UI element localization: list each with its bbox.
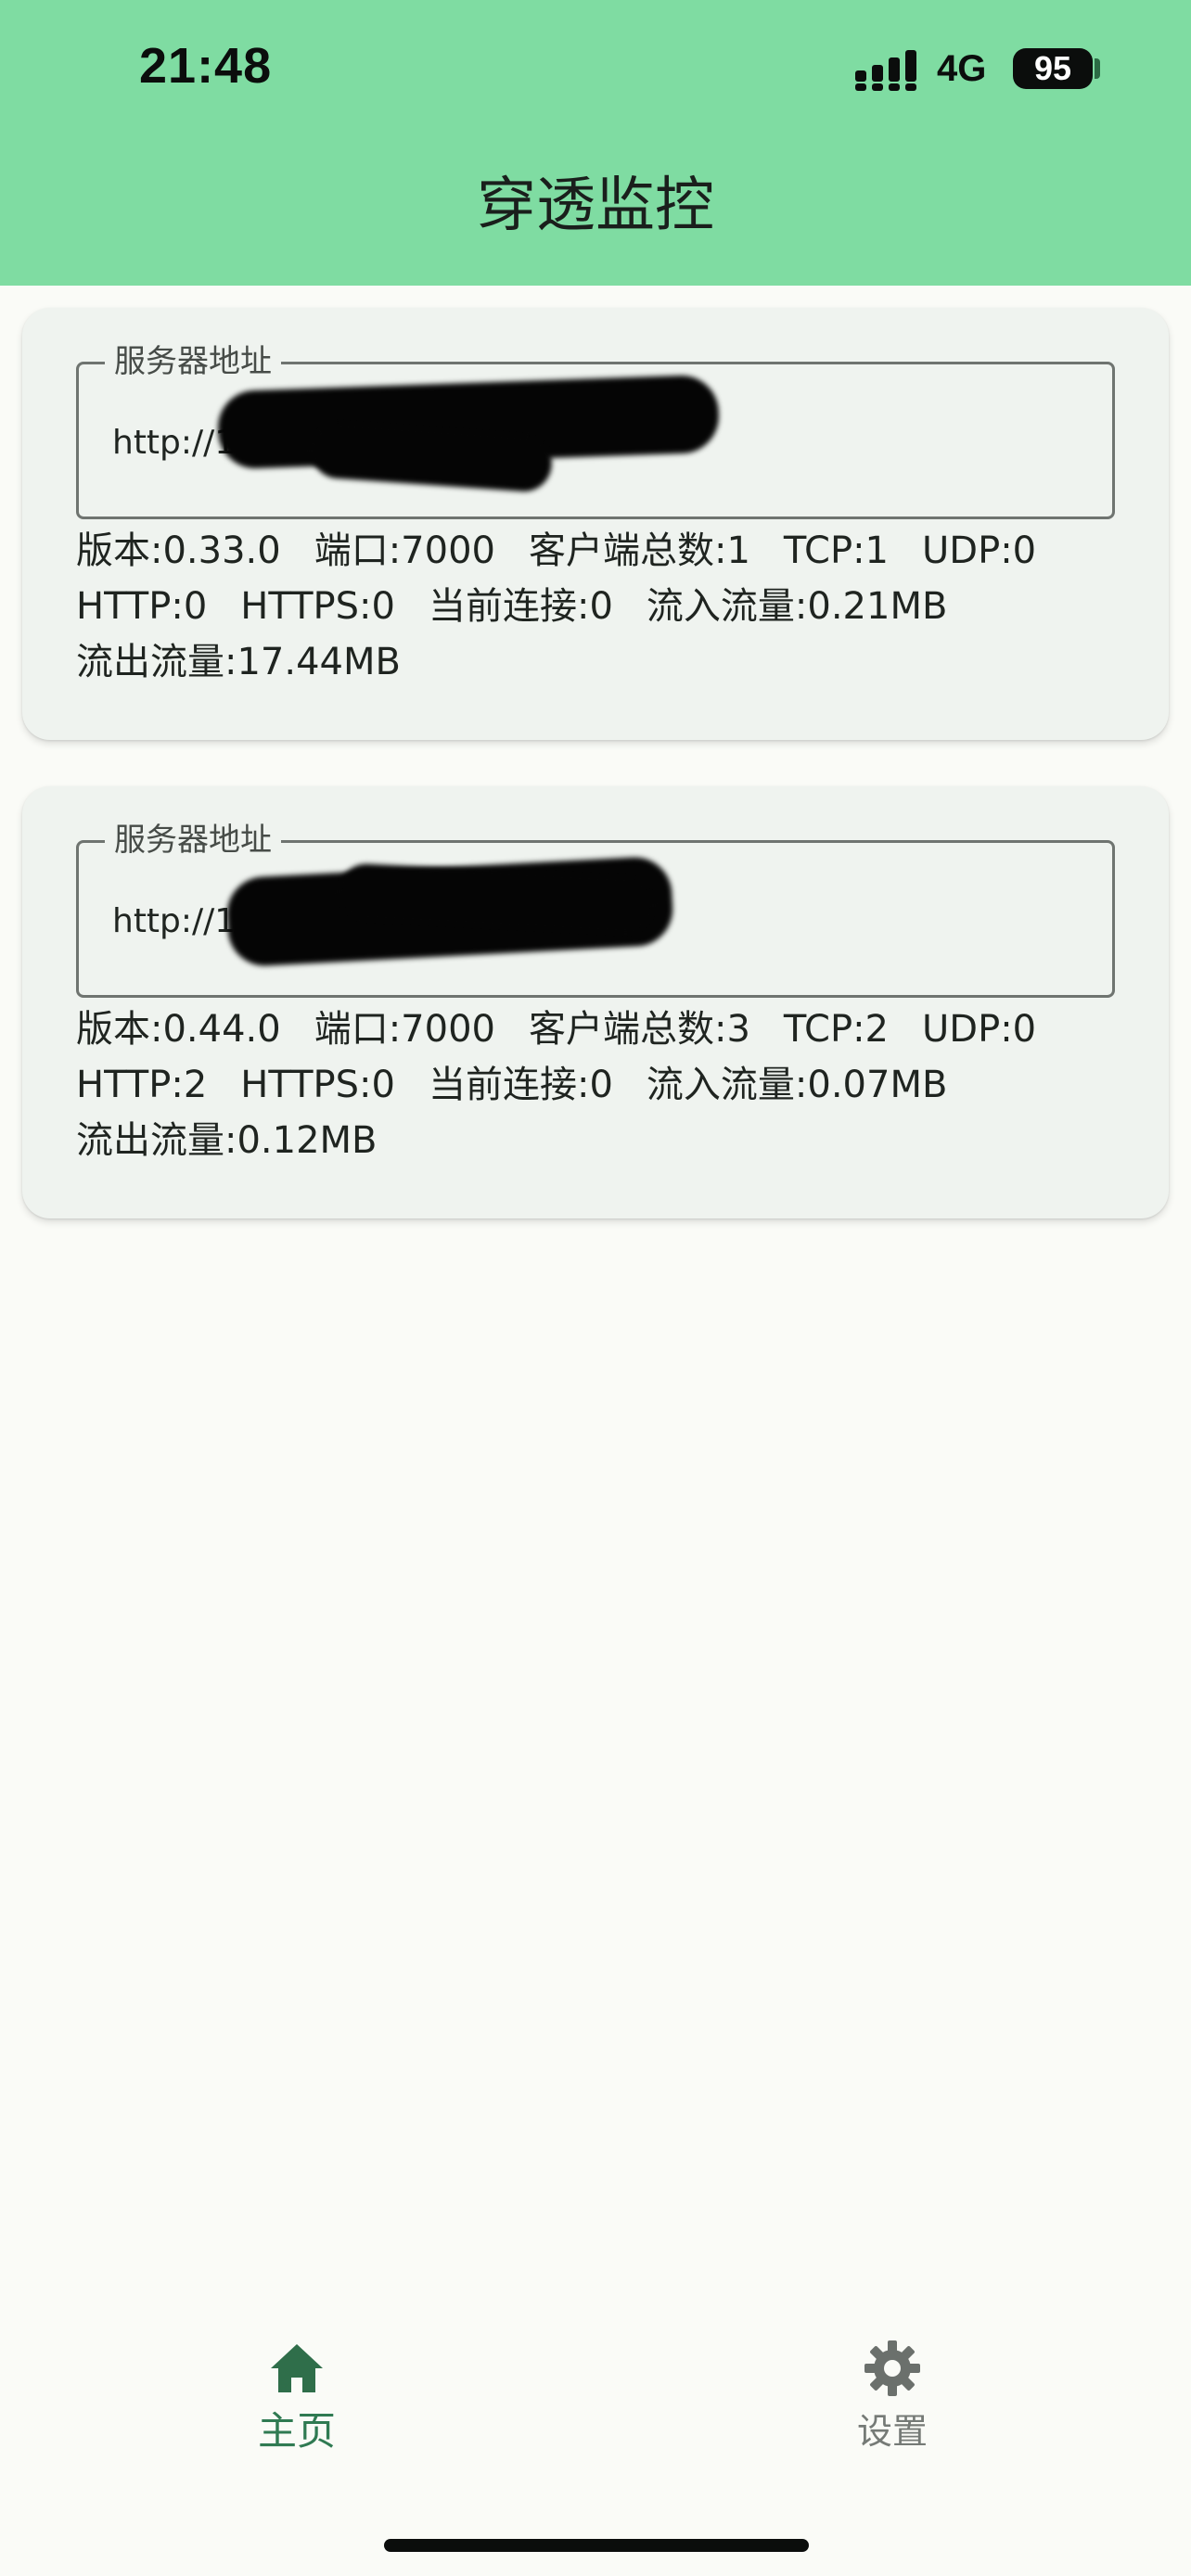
stat-inbound: 流入流量:0.07MB <box>646 1064 948 1106</box>
server-card[interactable]: 服务器地址 http://1 版本:0.44.0 端口:7000 客户端总数:3 TC… <box>22 786 1169 1218</box>
bottom-navigation: 主页 设置 <box>0 2318 1191 2504</box>
home-indicator[interactable] <box>384 2539 809 2552</box>
server-address-value[interactable]: http://1 <box>112 899 236 945</box>
stat-current-connections: 当前连接:0 <box>428 585 613 628</box>
stat-http: HTTP:0 <box>76 585 208 628</box>
server-address-label: 服务器地址 <box>105 338 281 385</box>
page-title: 穿透监控 <box>477 172 714 240</box>
home-icon <box>271 2344 323 2392</box>
stat-tcp: TCP:2 <box>783 1008 889 1051</box>
app-bar: 21:48 4G 95 穿透监控 <box>0 0 1191 286</box>
stat-https: HTTPS:0 <box>240 1064 395 1106</box>
stat-http: HTTP:2 <box>76 1064 208 1106</box>
stat-tcp: TCP:1 <box>783 529 889 572</box>
stat-version: 版本:0.33.0 <box>76 529 281 572</box>
stat-udp: UDP:0 <box>922 529 1037 572</box>
nav-label-settings: 设置 <box>856 2411 928 2452</box>
stat-udp: UDP:0 <box>922 1008 1037 1051</box>
stat-clients: 客户端总数:1 <box>528 529 750 572</box>
stat-outbound: 流出流量:17.44MB <box>76 641 401 683</box>
nav-item-settings[interactable]: 设置 <box>744 2339 1041 2468</box>
gear-icon <box>864 2340 920 2396</box>
battery-icon: 95 <box>1013 48 1093 89</box>
stat-version: 版本:0.44.0 <box>76 1008 281 1051</box>
stat-outbound: 流出流量:0.12MB <box>76 1119 378 1162</box>
server-stats: 版本:0.33.0 端口:7000 客户端总数:1 TCP:1 UDP:0 HTTP:0 H… <box>76 523 1124 690</box>
server-stats: 版本:0.44.0 端口:7000 客户端总数:3 TCP:2 UDP:0 HTTP:2 H… <box>76 1001 1124 1168</box>
battery-level: 95 <box>1033 49 1072 87</box>
nav-label-home: 主页 <box>257 2408 336 2454</box>
stat-current-connections: 当前连接:0 <box>428 1064 613 1106</box>
network-type: 4G <box>937 48 987 89</box>
stat-inbound: 流入流量:0.21MB <box>646 585 948 628</box>
server-address-label: 服务器地址 <box>105 817 281 863</box>
status-time: 21:48 <box>139 38 273 94</box>
nav-item-home[interactable]: 主页 <box>148 2339 445 2468</box>
cellular-signal-icon <box>855 50 916 91</box>
stat-port: 端口:7000 <box>314 1008 495 1051</box>
stat-port: 端口:7000 <box>314 529 495 572</box>
stat-clients: 客户端总数:3 <box>528 1008 750 1051</box>
server-address-field[interactable]: 服务器地址 http://1 <box>76 338 1115 519</box>
battery-tip <box>1095 58 1100 79</box>
stat-https: HTTPS:0 <box>240 585 395 628</box>
server-address-field[interactable]: 服务器地址 http://1 <box>76 817 1115 998</box>
server-card[interactable]: 服务器地址 http://1 版本:0.33.0 端口:7000 客户端总数:1 TC… <box>22 308 1169 740</box>
